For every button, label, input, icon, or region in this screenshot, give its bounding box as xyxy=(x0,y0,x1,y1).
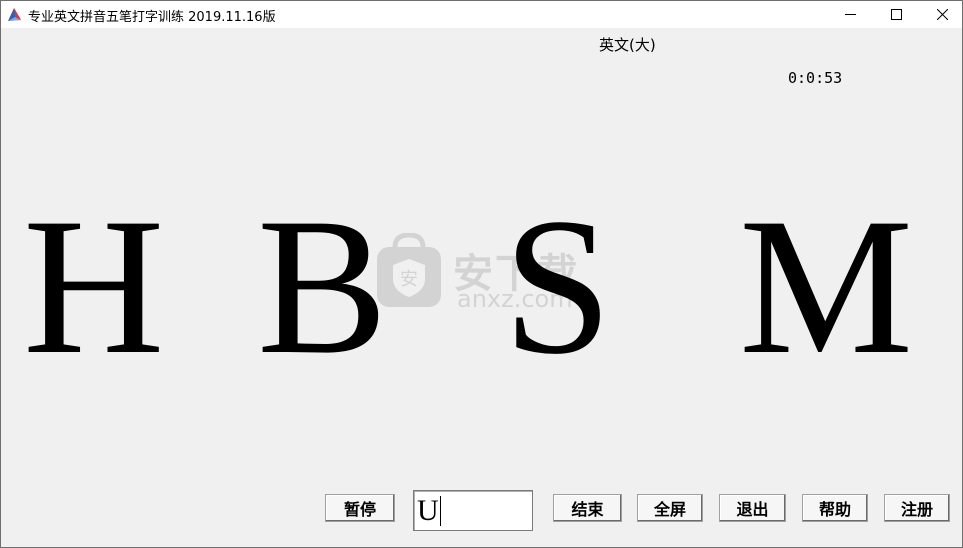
typing-input[interactable]: U xyxy=(413,490,533,531)
text-caret xyxy=(439,495,441,526)
end-button[interactable]: 结束 xyxy=(553,494,622,522)
fullscreen-button[interactable]: 全屏 xyxy=(637,494,703,522)
mode-label: 英文(大) xyxy=(599,36,656,54)
close-button[interactable] xyxy=(919,1,962,28)
help-button[interactable]: 帮助 xyxy=(802,494,868,522)
pause-button[interactable]: 暂停 xyxy=(325,494,395,522)
window-title: 专业英文拼音五笔打字训练 2019.11.16版 xyxy=(28,10,276,25)
minimize-icon xyxy=(844,5,856,24)
target-letter: S xyxy=(503,178,613,395)
svg-text:安: 安 xyxy=(400,269,418,290)
title-bar[interactable]: 专业英文拼音五笔打字训练 2019.11.16版 xyxy=(1,1,962,28)
typing-input-value: U xyxy=(417,494,439,527)
elapsed-timer: 0:0:53 xyxy=(788,69,843,87)
maximize-icon xyxy=(890,5,902,24)
register-button[interactable]: 注册 xyxy=(884,494,950,522)
maximize-button[interactable] xyxy=(873,1,919,28)
target-letter: M xyxy=(739,178,914,395)
target-letter: B xyxy=(257,178,388,395)
app-quill-icon[interactable] xyxy=(6,6,23,23)
close-icon xyxy=(936,5,948,24)
app-window: 专业英文拼音五笔打字训练 2019.11.16版 英文(大) 0:0:53 安 xyxy=(0,0,963,548)
target-letter: H xyxy=(23,178,165,395)
exit-button[interactable]: 退出 xyxy=(719,494,786,522)
minimize-button[interactable] xyxy=(827,1,873,28)
